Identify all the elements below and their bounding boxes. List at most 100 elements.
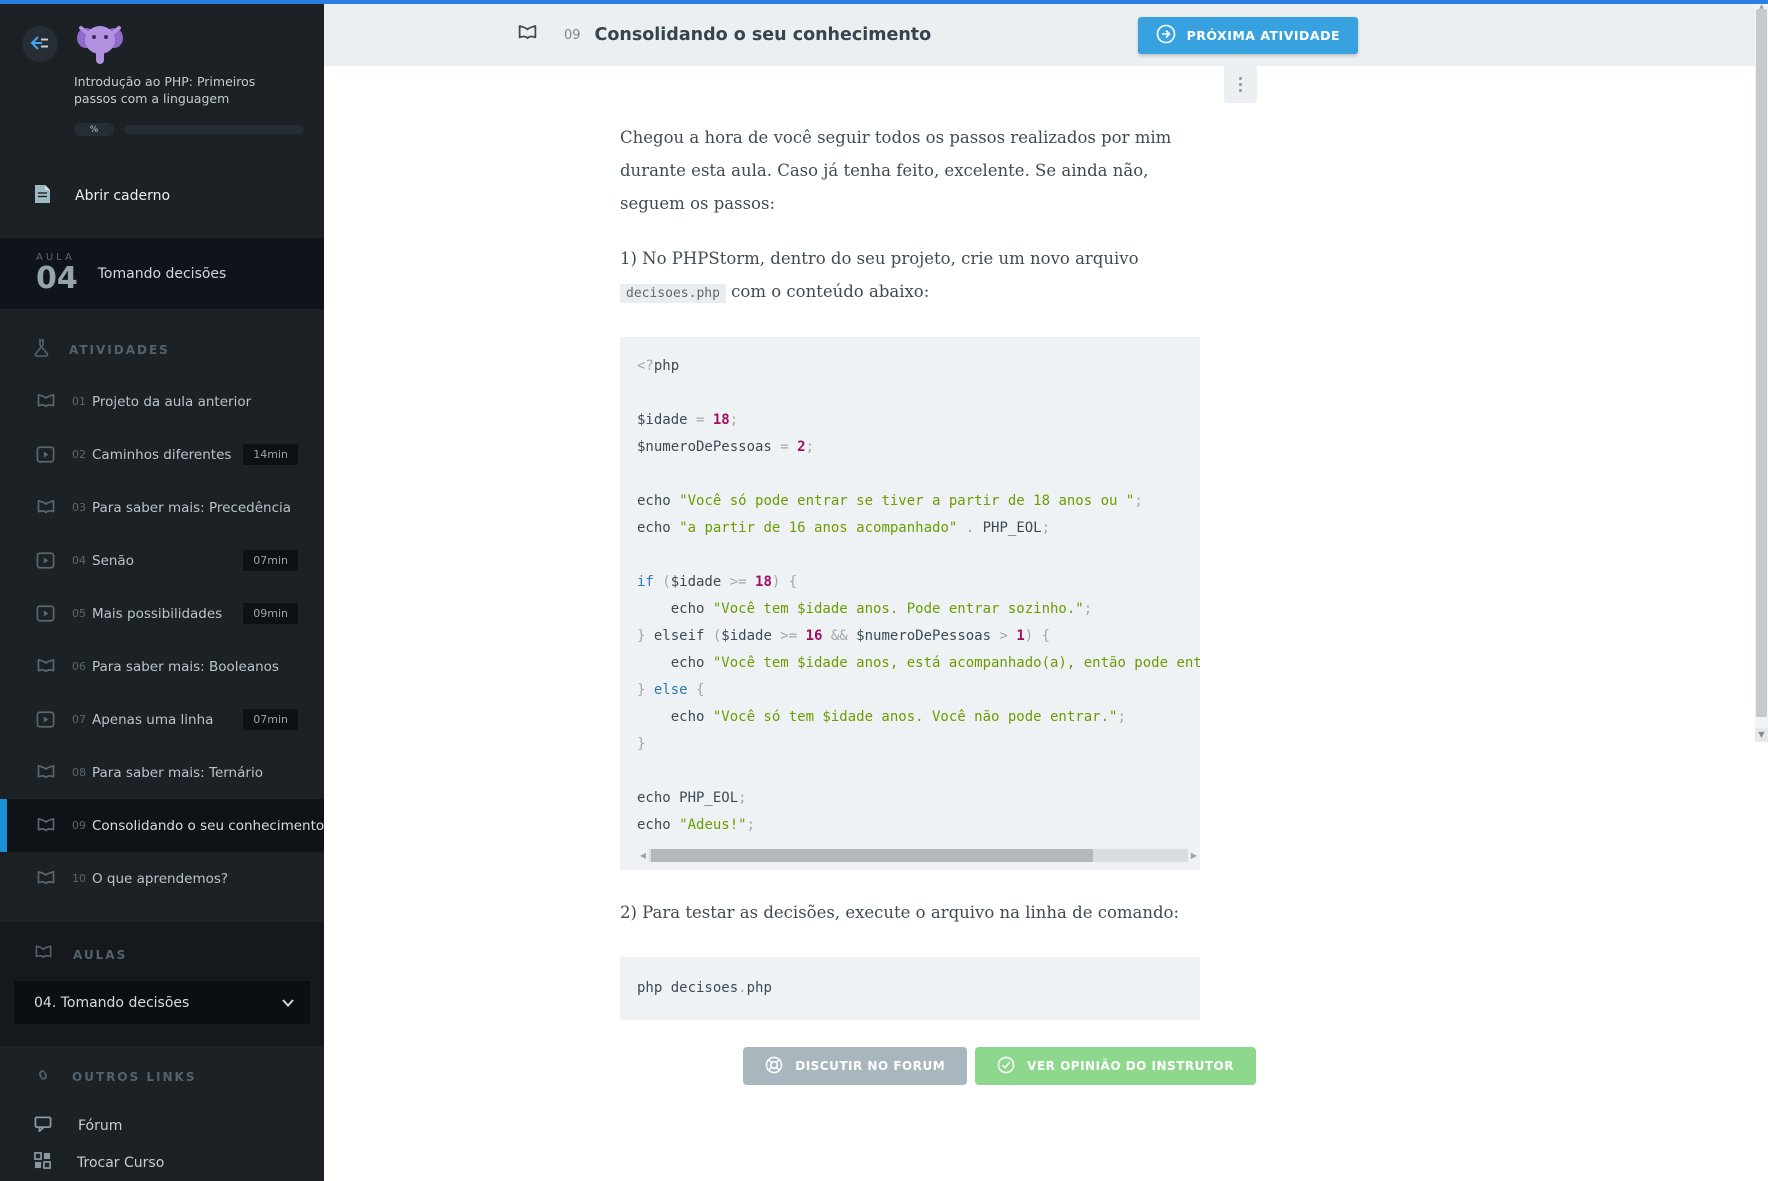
activity-label: Para saber mais: Booleanos xyxy=(92,659,279,675)
sidebar-activity-item[interactable]: 05 Mais possibilidades 09min xyxy=(0,587,324,640)
activity-number: 06 xyxy=(72,660,92,673)
other-links-header-label: OUTROS LINKS xyxy=(72,1070,197,1084)
aulas-dropdown-value: 04. Tomando decisões xyxy=(34,995,189,1011)
page: Introdução ao PHP: Primeiros passos com … xyxy=(0,0,1768,1181)
lesson-number: 04 xyxy=(36,263,78,295)
activity-header-number: 09 xyxy=(564,28,581,43)
book-icon xyxy=(517,24,538,46)
sidebar-activity-item[interactable]: 10 O que aprendemos? xyxy=(0,852,324,905)
check-circle-icon xyxy=(997,1056,1015,1077)
scrollbar-track[interactable] xyxy=(649,849,1188,862)
sidebar-activity-item[interactable]: 03 Para saber mais: Precedência xyxy=(0,481,324,534)
activity-number: 08 xyxy=(72,766,92,779)
aulas-section-header: AULAS xyxy=(0,944,324,965)
activities-section-header: ATIVIDADES xyxy=(0,339,324,361)
aulas-section: AULAS 04. Tomando decisões xyxy=(0,922,324,1046)
page-vertical-scrollbar[interactable]: ▲ ▼ xyxy=(1755,4,1768,742)
book-icon xyxy=(36,764,58,781)
kebab-icon xyxy=(1239,77,1242,80)
document-icon xyxy=(34,184,51,208)
activity-number: 10 xyxy=(72,872,92,885)
sidebar-activity-item[interactable]: 06 Para saber mais: Booleanos xyxy=(0,640,324,693)
book-icon xyxy=(34,944,53,965)
forum-link-label: Fórum xyxy=(78,1118,122,1134)
activity-number: 02 xyxy=(72,448,92,461)
step1-text-before: 1) No PHPStorm, dentro do seu projeto, c… xyxy=(620,249,1139,268)
inline-code-filename: decisoes.php xyxy=(620,284,726,303)
progress-percent-badge: % xyxy=(74,123,114,136)
book-icon xyxy=(36,499,58,516)
php-code-block: <?php $idade = 18;$numeroDePessoas = 2; … xyxy=(620,337,1200,870)
instructor-opinion-label: VER OPINIÃO DO INSTRUTOR xyxy=(1027,1059,1234,1073)
switch-course-link[interactable]: Trocar Curso xyxy=(0,1144,324,1181)
lifebuoy-icon xyxy=(765,1056,783,1077)
sidebar-activity-item[interactable]: 08 Para saber mais: Ternário xyxy=(0,746,324,799)
other-links-header: OUTROS LINKS xyxy=(0,1066,324,1088)
page-title: Consolidando o seu conhecimento xyxy=(595,25,932,45)
code-block-lines: <?php $idade = 18;$numeroDePessoas = 2; … xyxy=(637,353,1200,839)
activity-label: Projeto da aula anterior xyxy=(92,394,251,410)
activity-duration-badge: 07min xyxy=(243,709,298,730)
book-icon xyxy=(36,870,58,887)
command-code-block: php decisoes.php xyxy=(620,957,1200,1020)
book-icon xyxy=(36,393,58,410)
activity-number: 07 xyxy=(72,713,92,726)
sidebar-activity-item[interactable]: 07 Apenas uma linha 07min xyxy=(0,693,324,746)
scroll-left-arrow-icon[interactable]: ◀ xyxy=(637,849,649,862)
sidebar-activity-item[interactable]: 04 Senão 07min xyxy=(0,534,324,587)
collapse-sidebar-button[interactable] xyxy=(22,26,58,62)
scroll-down-arrow-icon[interactable]: ▼ xyxy=(1755,728,1768,742)
activity-number: 04 xyxy=(72,554,92,567)
grid-icon xyxy=(34,1152,51,1173)
discuss-forum-button[interactable]: DISCUTIR NO FORUM xyxy=(743,1047,967,1085)
activity-label: Consolidando o seu conhecimento xyxy=(92,818,324,834)
next-activity-label: PRÓXIMA ATIVIDADE xyxy=(1187,28,1340,43)
php-elephant-logo-icon xyxy=(74,51,126,70)
sidebar-activity-item[interactable]: 01 Projeto da aula anterior xyxy=(0,375,324,428)
video-icon xyxy=(36,605,58,622)
sidebar-activity-item[interactable]: 09 Consolidando o seu conhecimento xyxy=(0,799,324,852)
current-lesson-banner: AULA 04 Tomando decisões xyxy=(0,238,324,309)
more-options-button[interactable] xyxy=(1224,66,1257,103)
open-notebook-button[interactable]: Abrir caderno xyxy=(0,164,324,228)
page-scrollbar-thumb[interactable] xyxy=(1756,9,1767,717)
activity-number: 05 xyxy=(72,607,92,620)
step1-text-after: com o conteúdo abaixo: xyxy=(726,282,929,301)
sidebar-activity-item[interactable]: 02 Caminhos diferentes 14min xyxy=(0,428,324,481)
book-icon xyxy=(36,658,58,675)
other-links-section: OUTROS LINKS Fórum xyxy=(0,1046,324,1181)
activities-header-label: ATIVIDADES xyxy=(69,343,170,357)
activity-label: Para saber mais: Ternário xyxy=(92,765,263,781)
course-title-line2: passos com a linguagem xyxy=(74,91,304,108)
scroll-right-arrow-icon[interactable]: ▶ xyxy=(1188,849,1200,862)
activity-label: Para saber mais: Precedência xyxy=(92,500,291,516)
video-icon xyxy=(36,446,58,463)
switch-course-link-label: Trocar Curso xyxy=(77,1155,164,1171)
activity-duration-badge: 07min xyxy=(243,550,298,571)
aulas-dropdown[interactable]: 04. Tomando decisões xyxy=(14,981,310,1024)
scrollbar-thumb[interactable] xyxy=(651,849,1093,862)
forum-link[interactable]: Fórum xyxy=(0,1108,324,1144)
link-icon xyxy=(34,1066,52,1088)
footer-actions: DISCUTIR NO FORUM VER OPINIÃO DO INSTRUT… xyxy=(620,1047,1256,1085)
paragraph-intro: Chegou a hora de você seguir todos os pa… xyxy=(620,121,1200,220)
instructor-opinion-button[interactable]: VER OPINIÃO DO INSTRUTOR xyxy=(975,1047,1256,1085)
chat-icon xyxy=(34,1116,52,1136)
activity-label: Caminhos diferentes xyxy=(92,447,231,463)
code-horizontal-scrollbar[interactable]: ◀ ▶ xyxy=(637,849,1200,862)
command-code-lines: php decisoes.php xyxy=(637,975,1183,1002)
open-notebook-label: Abrir caderno xyxy=(75,188,170,204)
back-arrow-icon xyxy=(30,35,50,54)
activity-label: Senão xyxy=(92,553,134,569)
activity-label: Apenas uma linha xyxy=(92,712,213,728)
activity-duration-badge: 14min xyxy=(243,444,298,465)
paragraph-step1: 1) No PHPStorm, dentro do seu projeto, c… xyxy=(620,242,1200,310)
sidebar: Introdução ao PHP: Primeiros passos com … xyxy=(0,4,324,1181)
course-title-line1: Introdução ao PHP: Primeiros xyxy=(74,74,304,91)
next-activity-button[interactable]: PRÓXIMA ATIVIDADE xyxy=(1138,17,1358,54)
chevron-down-icon xyxy=(282,999,294,1007)
activity-label: Mais possibilidades xyxy=(92,606,222,622)
activity-number: 03 xyxy=(72,501,92,514)
main-area: 09 Consolidando o seu conhecimento PRÓXI… xyxy=(324,4,1768,1181)
activity-content: Chegou a hora de você seguir todos os pa… xyxy=(620,66,1200,1085)
